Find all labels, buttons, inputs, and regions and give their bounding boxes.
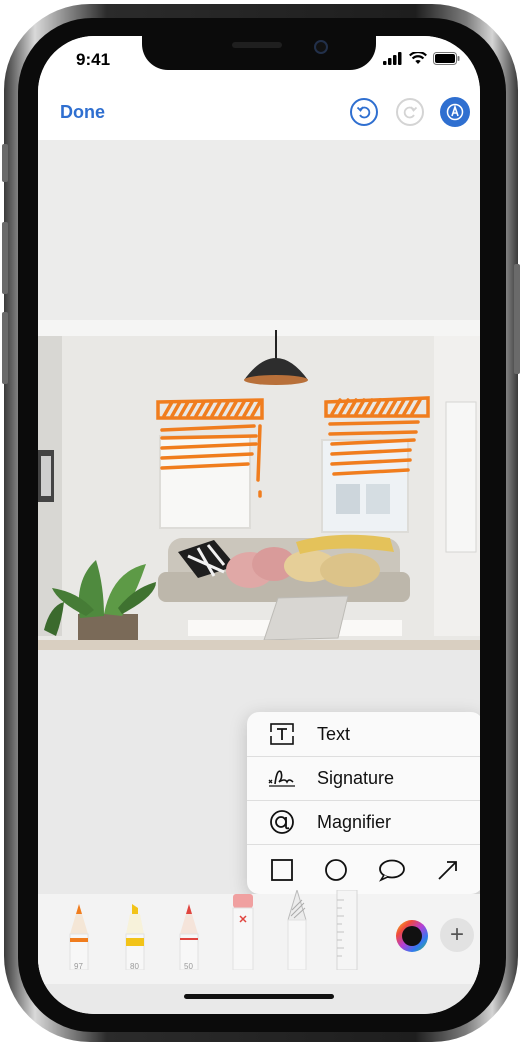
markup-toggle-button[interactable] <box>440 97 470 127</box>
speech-bubble-icon[interactable] <box>378 858 406 882</box>
pencil-width-label: 50 <box>184 962 193 971</box>
volume-up-button <box>2 222 8 294</box>
undo-button[interactable] <box>350 98 378 126</box>
menu-item-label: Text <box>317 723 351 744</box>
status-icons <box>383 52 460 65</box>
ruler-tool[interactable] <box>336 889 358 971</box>
eraser-tool[interactable] <box>232 894 254 971</box>
add-markup-button[interactable]: + <box>440 918 474 952</box>
marker-tool[interactable] <box>124 904 146 971</box>
undo-icon <box>356 106 371 119</box>
plus-icon: + <box>449 921 464 948</box>
home-indicator <box>184 994 334 999</box>
pencil-icon <box>179 904 199 971</box>
done-button[interactable]: Done <box>60 102 105 123</box>
silent-switch <box>2 144 8 182</box>
cellular-signal-icon <box>383 52 402 65</box>
orange-markup-drawing <box>156 396 430 498</box>
front-camera <box>314 40 328 54</box>
markup-nav-bar: Done <box>38 86 480 140</box>
add-markup-popup: Text Signature Magnifier <box>247 712 480 894</box>
eraser-icon <box>232 894 254 971</box>
circle-icon[interactable] <box>324 858 348 882</box>
signature-icon <box>267 763 297 793</box>
redo-button[interactable] <box>396 98 424 126</box>
pen-tip-icon <box>446 103 464 121</box>
pen-icon <box>69 904 89 971</box>
redo-icon <box>403 106 418 119</box>
pen-tool[interactable] <box>68 904 90 971</box>
speaker-grille <box>232 42 282 48</box>
shapes-row <box>247 846 480 894</box>
power-button <box>514 264 520 374</box>
menu-item-magnifier[interactable]: Magnifier <box>247 800 480 845</box>
color-picker-icon[interactable] <box>394 918 430 954</box>
screen: 9:41 Done Text Signature Magnifier 97 80… <box>38 36 480 1014</box>
menu-item-signature[interactable]: Signature <box>247 756 480 801</box>
menu-item-label: Magnifier <box>317 811 392 832</box>
volume-down-button <box>2 312 8 384</box>
menu-item-text[interactable]: Text <box>247 712 480 757</box>
square-icon[interactable] <box>270 858 294 882</box>
lasso-tool[interactable] <box>286 888 308 971</box>
arrow-icon[interactable] <box>436 858 460 882</box>
marker-width-label: 80 <box>130 962 139 971</box>
status-time: 9:41 <box>76 50 111 69</box>
wifi-icon <box>409 52 427 64</box>
notch <box>142 36 376 70</box>
text-box-icon <box>267 719 297 749</box>
pencil-tool[interactable] <box>178 904 200 971</box>
document-canvas[interactable] <box>38 140 480 650</box>
ruler-icon <box>336 889 358 971</box>
markup-toolbar: 97 80 50 + <box>38 888 480 984</box>
magnifier-icon <box>267 807 297 837</box>
marker-icon <box>125 904 145 971</box>
pen-width-label: 97 <box>74 962 83 971</box>
lasso-icon <box>287 888 307 971</box>
menu-item-label: Signature <box>317 767 395 788</box>
battery-icon <box>433 52 460 65</box>
